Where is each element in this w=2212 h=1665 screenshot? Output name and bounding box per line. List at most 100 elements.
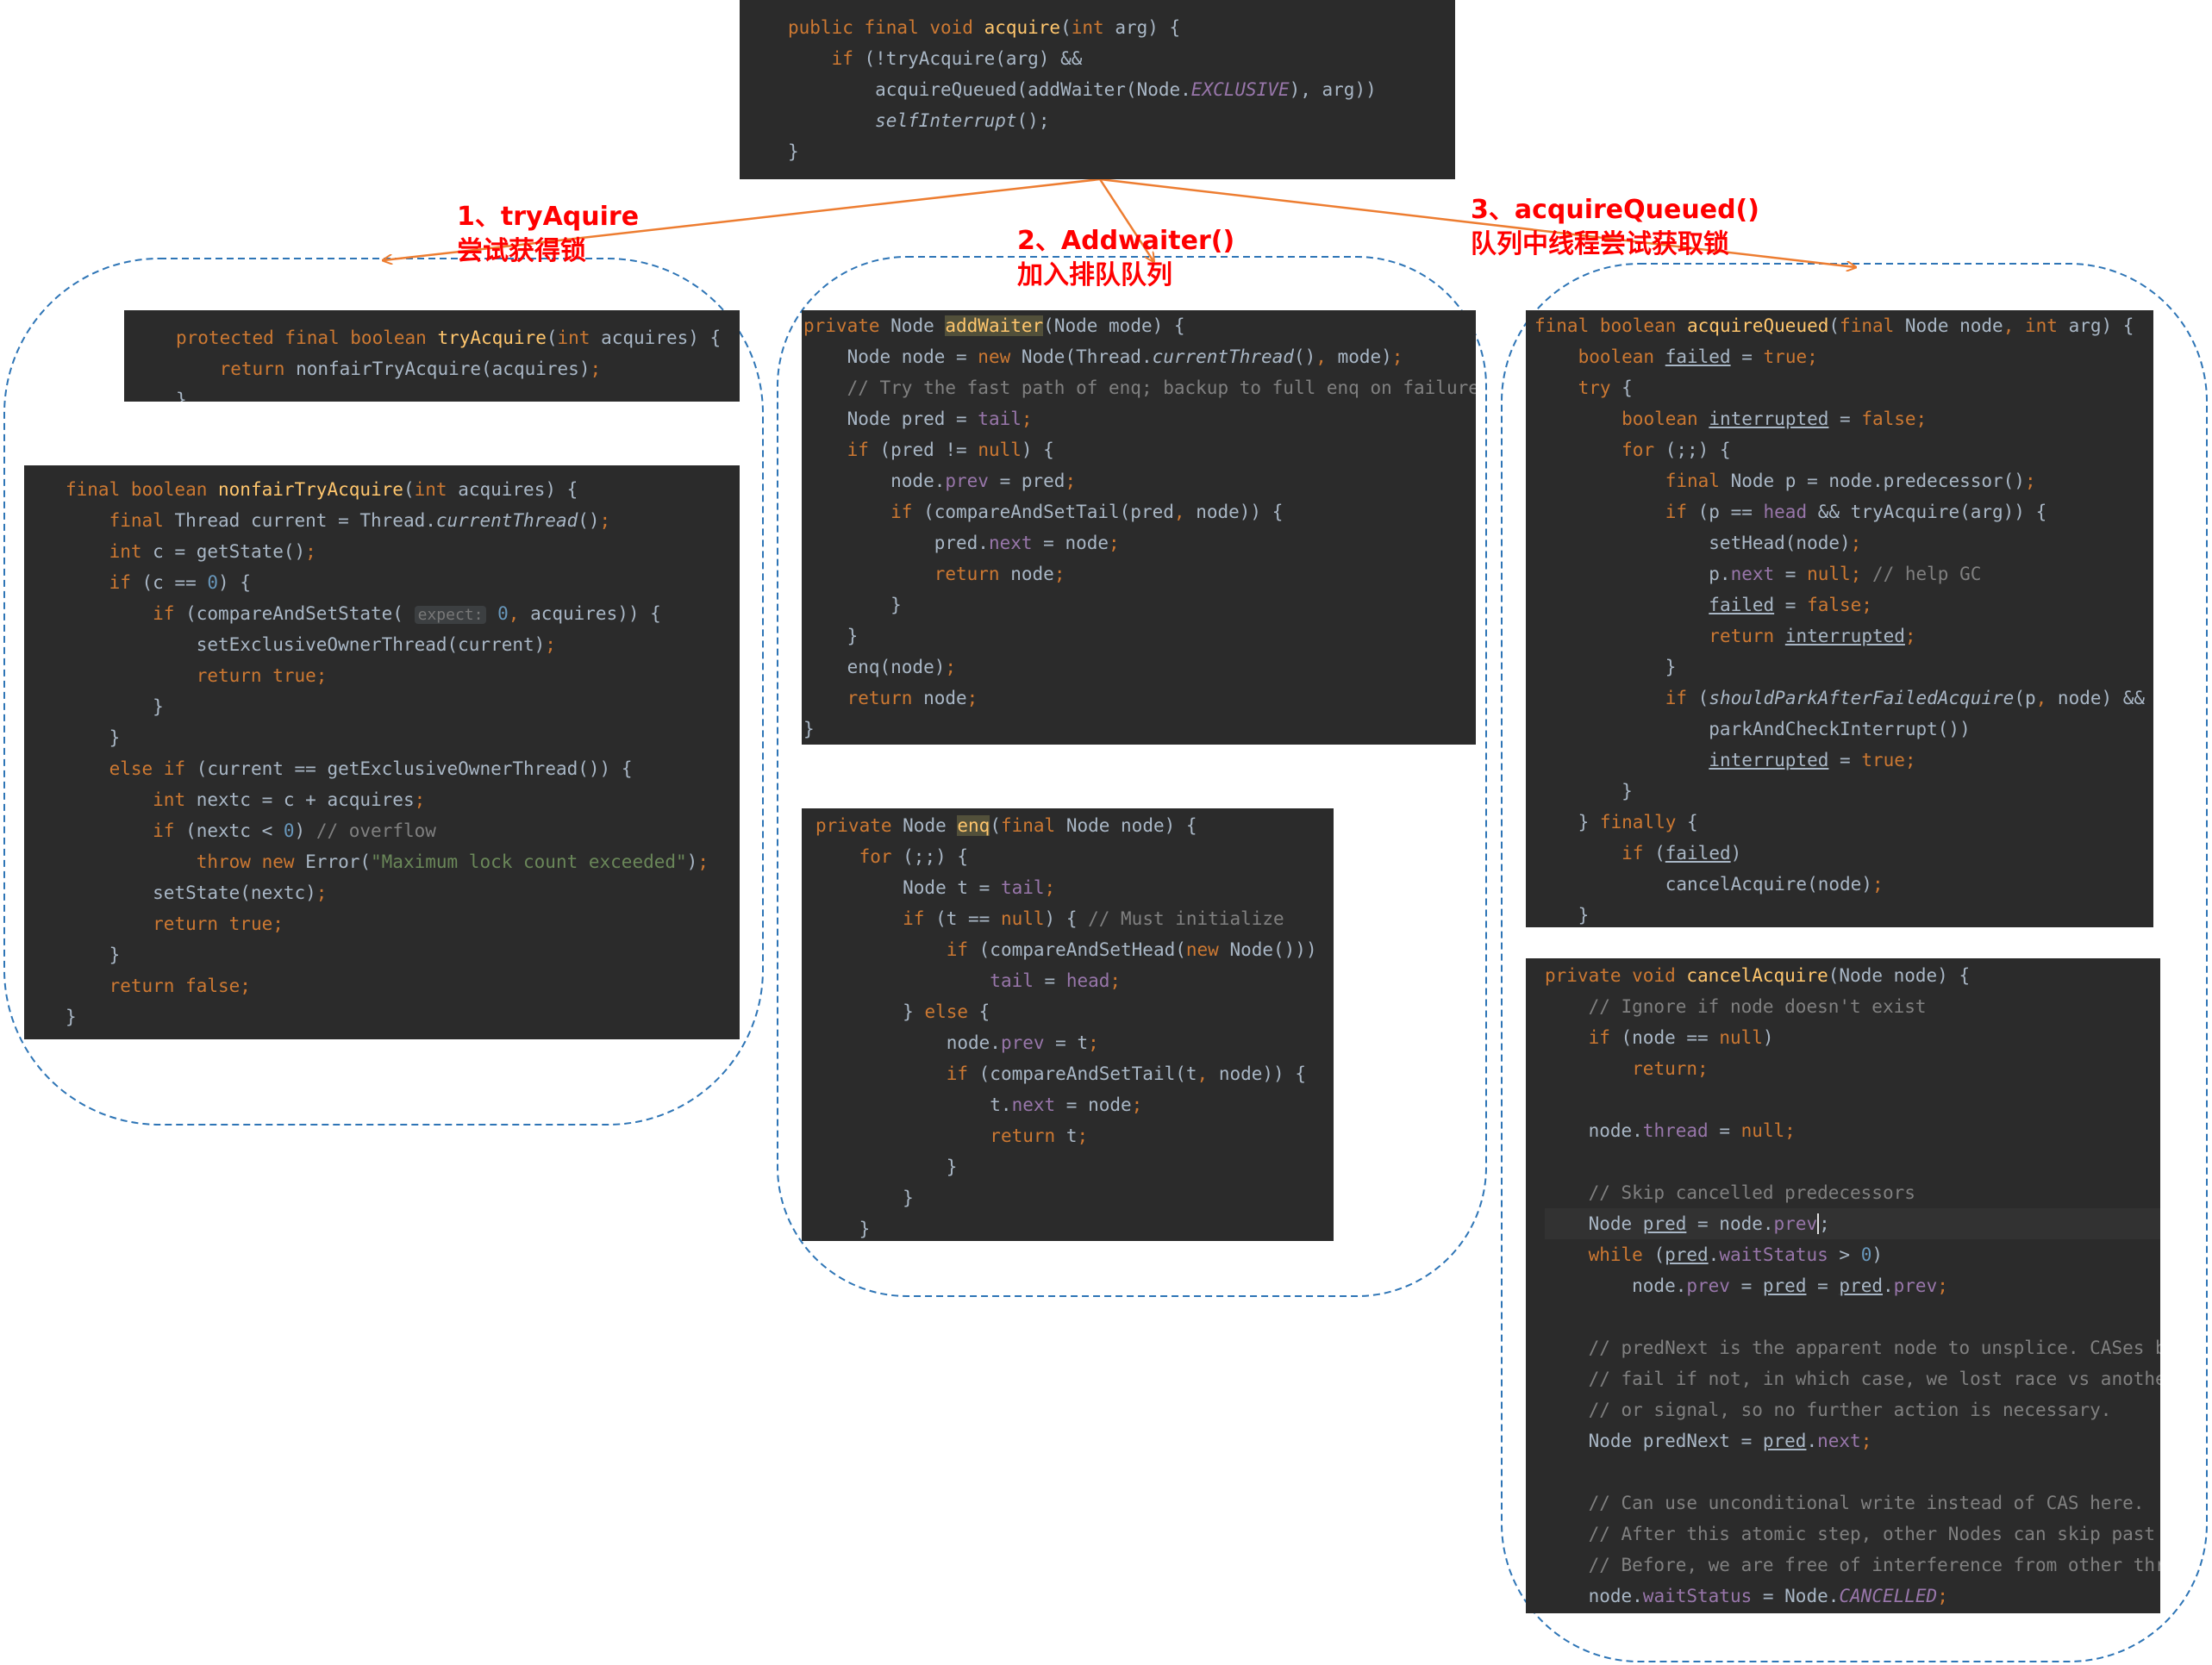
code-token: ; — [2024, 471, 2036, 491]
code-token: ) { — [1021, 440, 1054, 460]
code-line: if (compareAndSetTail(pred, node)) { — [803, 496, 1476, 527]
code-token: tail — [1000, 877, 1045, 898]
code-line: } — [1534, 900, 2153, 927]
code-token: else if — [109, 758, 197, 779]
code-token: arg) { — [2068, 315, 2134, 336]
code-token: ; — [1937, 1275, 1948, 1296]
code-token: final — [109, 510, 175, 531]
code-token: node) && — [2057, 688, 2146, 708]
code-line: final Node p = node.predecessor(); — [1534, 465, 2153, 496]
code-token: ; — [599, 510, 611, 531]
code-line: int nextc = c + acquires; — [66, 784, 740, 815]
code-token: (compareAndSetState( — [185, 603, 415, 624]
step2-title: 2、Addwaiter() — [1017, 226, 1235, 256]
code-token: failed — [1665, 346, 1731, 367]
code-line: p.next = null; // help GC — [1534, 558, 2153, 589]
code-token: Node p = node.predecessor() — [1730, 471, 2025, 491]
code-token: nonfairTryAcquire(acquires) — [296, 359, 590, 379]
code-token: ; — [1053, 564, 1065, 584]
code-token: cancelAcquire(node) — [1534, 874, 1872, 895]
code-token: nonfairTryAcquire — [218, 479, 403, 500]
code-token: mode) — [1337, 346, 1392, 367]
code-token: (compareAndSetHead( — [978, 939, 1186, 960]
code-token: shouldParkAfterFailedAcquire — [1709, 688, 2015, 708]
step3-label: 3、acquireQueued() 队列中线程尝试获取锁 — [1471, 193, 1759, 262]
code-token: parkAndCheckInterrupt()) — [1534, 719, 1971, 739]
code-line: setHead(node); — [1534, 527, 2153, 558]
code-token: true; — [1763, 346, 1818, 367]
code-token: final — [1665, 471, 1731, 491]
code-token: node. — [815, 1032, 1001, 1053]
code-line: } — [66, 691, 740, 722]
code-line: } — [788, 136, 1455, 167]
code-token: int — [414, 479, 459, 500]
code-token: new — [978, 346, 1022, 367]
code-token: ( — [1697, 688, 1709, 708]
code-token: node — [1010, 564, 1054, 584]
code-token: } — [66, 727, 121, 748]
code-line: for (;;) { — [815, 841, 1334, 872]
code-line: t.next = node; — [815, 1089, 1334, 1120]
code-token: node)) { — [1196, 502, 1284, 522]
code-token: { — [1622, 377, 1633, 398]
code-token: = — [1740, 1275, 1763, 1296]
code-token: null; — [1807, 564, 1872, 584]
code-line: try { — [1534, 372, 2153, 403]
code-line: tail = head; — [815, 965, 1334, 996]
code-line: setState(nextc); — [66, 877, 740, 908]
code-token: private void — [1545, 965, 1687, 986]
code-token: interrupted — [1784, 626, 1905, 646]
code-token: { — [978, 1001, 990, 1022]
code-token: } — [815, 1188, 914, 1208]
code-line: // fail if not, in which case, we lost r… — [1545, 1363, 2160, 1394]
code-token: , — [508, 603, 531, 624]
code-token: for — [859, 846, 903, 867]
code-token: if — [1665, 688, 1698, 708]
code-token: prev — [1773, 1213, 1818, 1234]
code-token: int — [557, 327, 602, 348]
code-line: if (compareAndSetState( expect: 0, acqui… — [66, 598, 740, 629]
code-panel-addwaiter: private Node addWaiter(Node mode) { Node… — [802, 310, 1476, 745]
code-token: tail — [978, 408, 1022, 429]
code-token: if — [109, 572, 142, 593]
code-line: return node; — [803, 558, 1476, 589]
code-line: } — [66, 939, 740, 970]
code-token: Node predNext = — [1545, 1431, 1763, 1451]
code-token: while — [1588, 1244, 1654, 1265]
code-token: . — [1806, 1431, 1818, 1451]
code-line: while (pred.waitStatus > 0) — [1545, 1239, 2160, 1270]
code-token: } — [1534, 657, 1677, 677]
code-token: node. — [1545, 1120, 1643, 1141]
code-token: acquireQueued(addWaiter(Node. — [788, 79, 1191, 100]
code-line: Node predNext = pred.next; — [1545, 1425, 2160, 1456]
code-token: acquireQueued — [1687, 315, 1829, 336]
code-token: setExclusiveOwnerThread(current) — [66, 634, 546, 655]
code-token: head — [1763, 502, 1818, 522]
code-token: int — [1071, 17, 1115, 38]
code-token: ( — [990, 815, 1001, 836]
code-line: // Ignore if node doesn't exist — [1545, 991, 2160, 1022]
code-token: enq — [957, 815, 990, 836]
code-token: ; — [1065, 471, 1077, 491]
code-line: Node node = new Node(Thread.currentThrea… — [803, 341, 1476, 372]
code-token: = — [1784, 564, 1808, 584]
code-token: (c == — [141, 572, 208, 593]
code-token: final — [1000, 815, 1066, 836]
code-token: interrupted — [1709, 750, 1829, 770]
code-token: (); — [1016, 110, 1050, 131]
code-line: if (node == null) — [1545, 1022, 2160, 1053]
code-token: Node node — [1904, 315, 2003, 336]
code-line: node.thread = null; — [1545, 1115, 2160, 1146]
step2-label: 2、Addwaiter() 加入排队队列 — [1017, 224, 1234, 293]
code-token: return — [1709, 626, 1785, 646]
code-token: nextc = c + acquires — [196, 789, 415, 810]
code-token: } — [803, 626, 859, 646]
